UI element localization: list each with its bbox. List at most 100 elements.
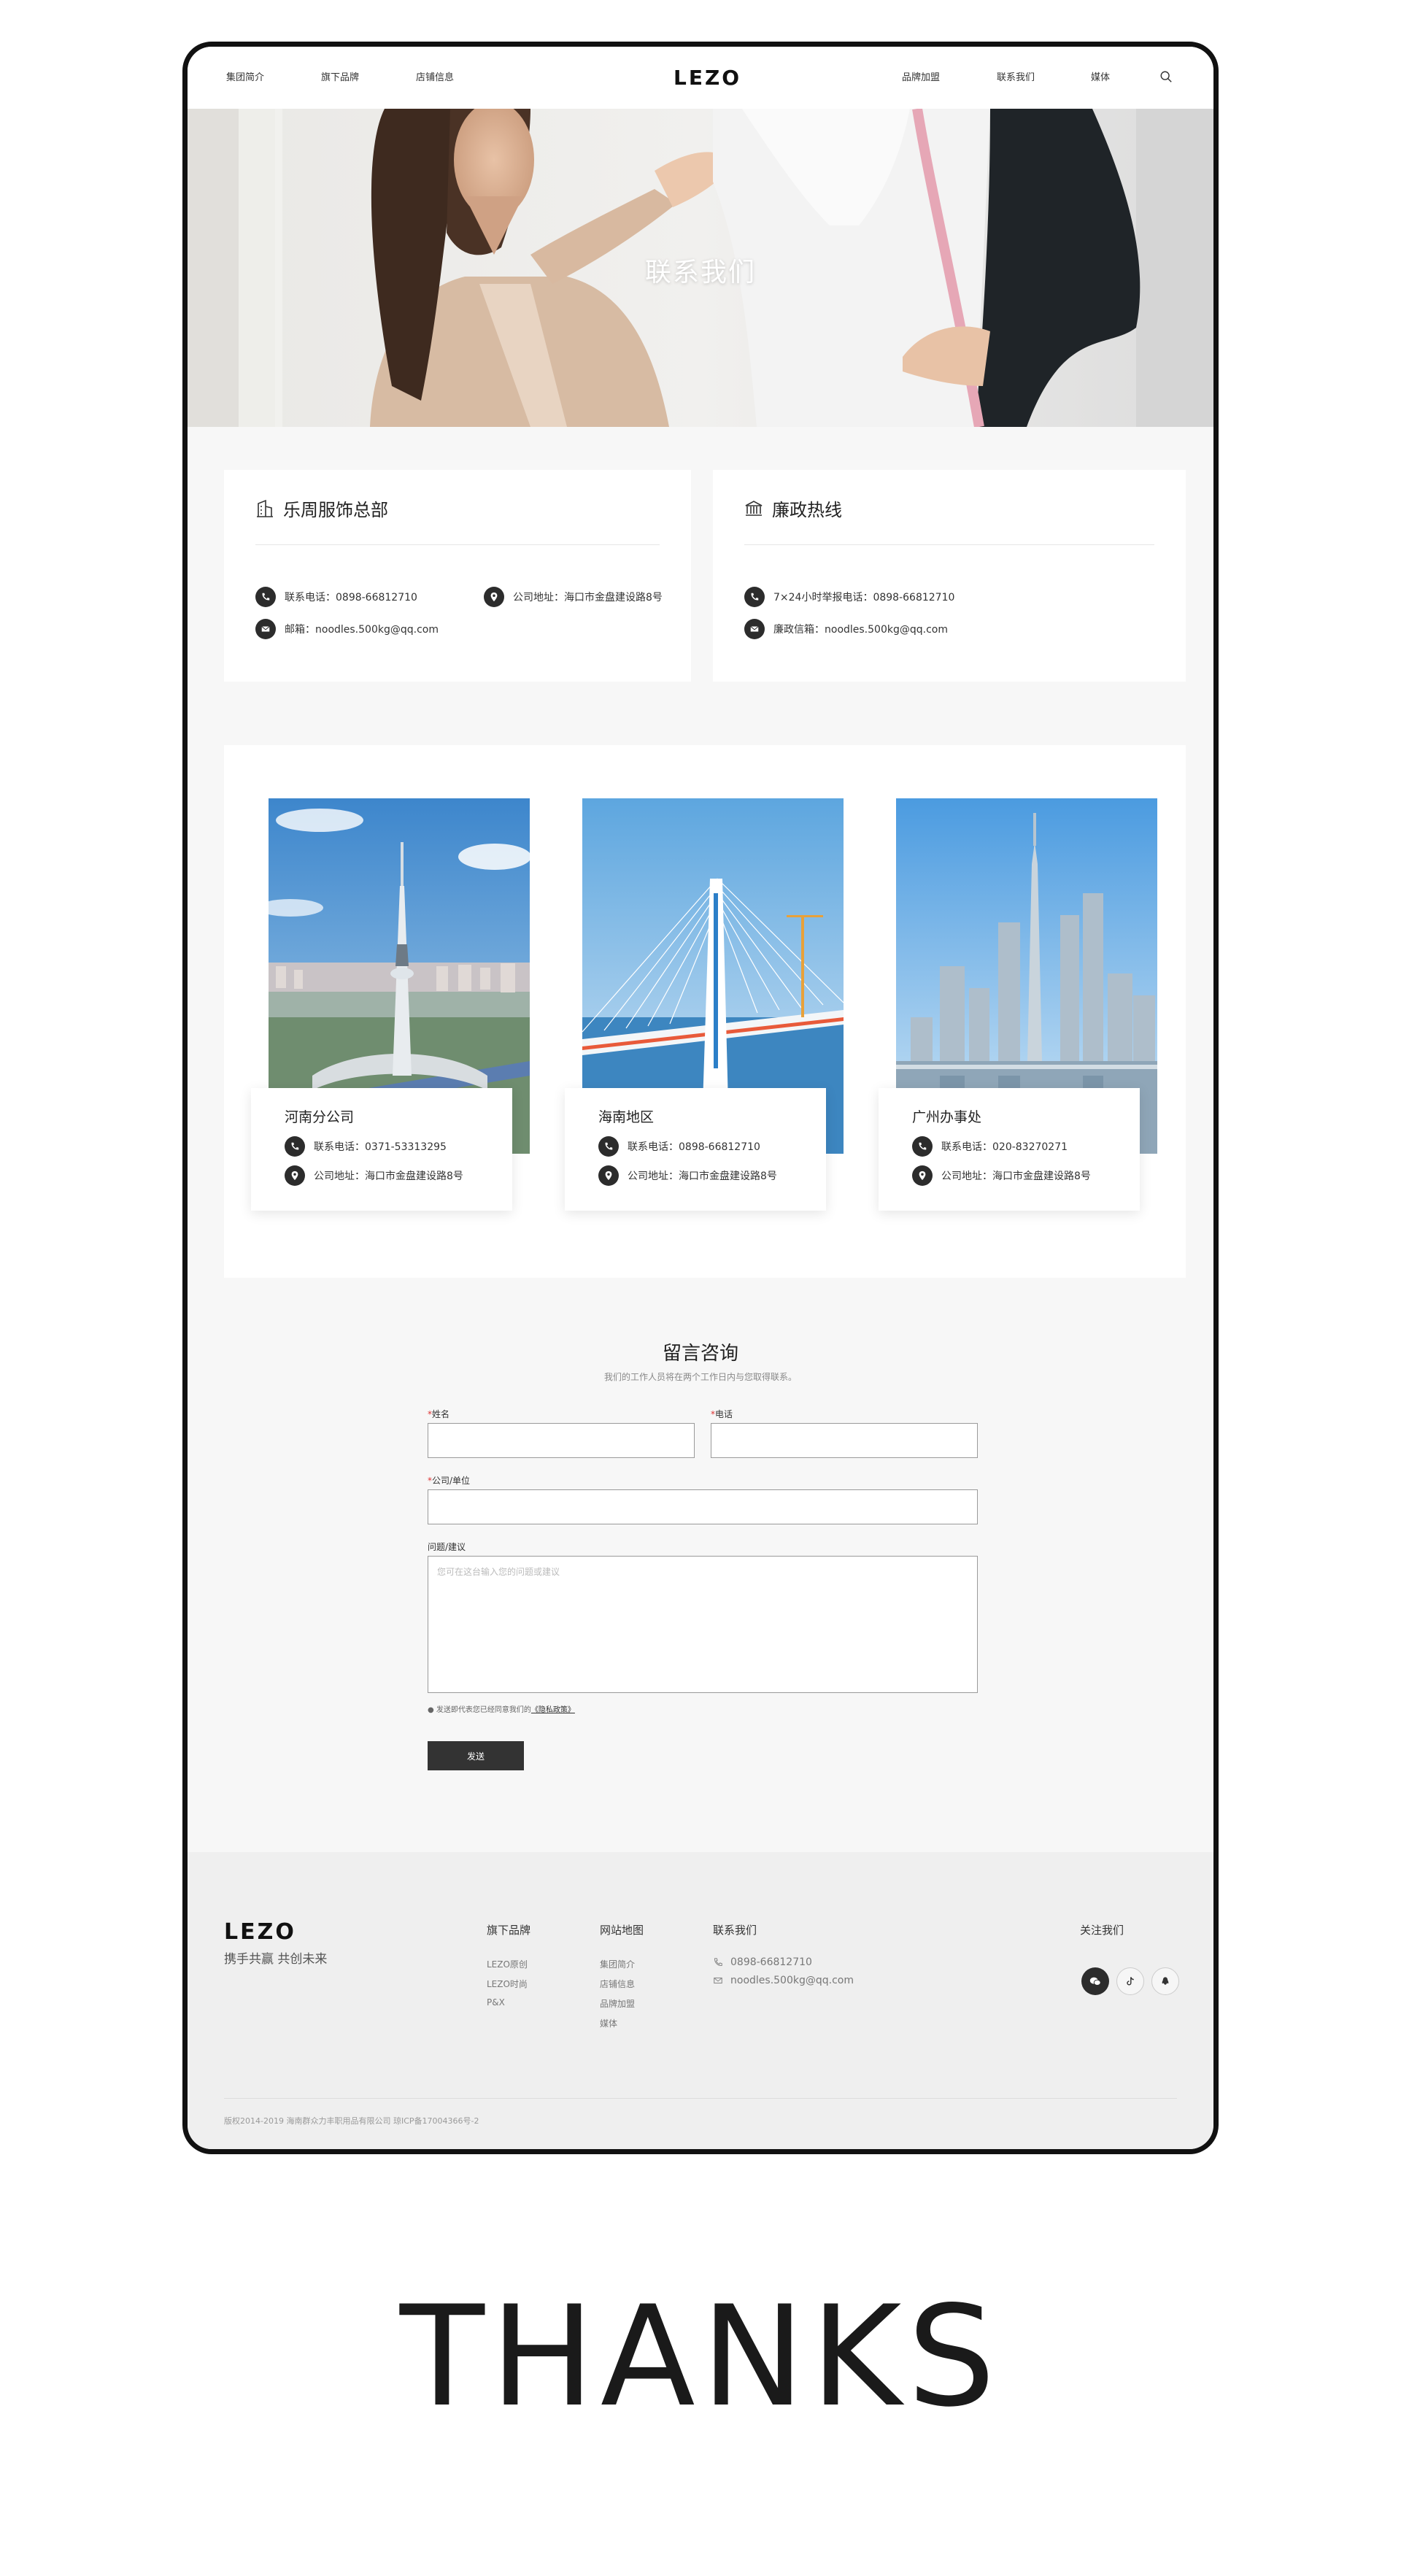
question-textarea[interactable] (428, 1556, 978, 1693)
footer-sitemap-link[interactable]: 品牌加盟 (600, 1997, 635, 2010)
government-building-icon (745, 500, 763, 516)
footer-email: noodles.500kg@qq.com (713, 1975, 854, 1986)
hotline-title: 廉政热线 (772, 500, 842, 520)
office-card-henan: 河南分公司 联系电话：0371-53313295 公司地址：海口市金盘建设路8号 (251, 1088, 512, 1211)
hotline-heading: 廉政热线 (744, 495, 842, 521)
office-phone-text: 联系电话：0898-66812710 (628, 1141, 760, 1153)
headquarters-phone: 联系电话：0898-66812710 (255, 587, 417, 607)
headquarters-title: 乐周服饰总部 (283, 500, 388, 520)
footer-sitemap-link[interactable]: 媒体 (600, 2017, 617, 2029)
location-icon (912, 1165, 933, 1186)
location-icon (598, 1165, 619, 1186)
office-name: 海南地区 (598, 1109, 655, 1125)
send-button[interactable]: 发送 (428, 1741, 524, 1770)
footer-phone-text: 0898-66812710 (730, 1956, 812, 1968)
question-label: 问题/建议 (428, 1542, 466, 1552)
office-phone: 联系电话：020-83270271 (912, 1136, 1068, 1157)
hotline-card: 廉政热线 7×24小时举报电话：0898-66812710 廉政信箱：noodl… (713, 470, 1186, 682)
office-address: 公司地址：海口市金盘建设路8号 (285, 1165, 463, 1186)
phone-icon (255, 587, 276, 607)
phone-input[interactable] (711, 1423, 978, 1458)
phone-icon (744, 587, 765, 607)
search-icon[interactable] (1159, 70, 1173, 83)
nav-item-contact[interactable]: 联系我们 (993, 47, 1038, 112)
footer-follow-heading: 关注我们 (1080, 1924, 1124, 1937)
nav-item-franchise[interactable]: 品牌加盟 (902, 47, 940, 109)
wechat-icon[interactable] (1081, 1967, 1109, 1995)
footer-slogan: 携手共赢 共创未来 (224, 1952, 328, 1967)
office-address-text: 公司地址：海口市金盘建设路8号 (941, 1171, 1091, 1182)
office-card-guangzhou: 广州办事处 联系电话：020-83270271 公司地址：海口市金盘建设路8号 (879, 1088, 1140, 1211)
headquarters-address: 公司地址：海口市金盘建设路8号 (484, 587, 663, 607)
thanks-caption: THANKS (399, 2276, 1002, 2437)
office-address: 公司地址：海口市金盘建设路8号 (598, 1165, 777, 1186)
phone-label: *电话 (711, 1409, 733, 1419)
headquarters-card: 乐周服饰总部 联系电话：0898-66812710 公司地址：海口市金盘建设路8… (224, 470, 691, 682)
company-label: *公司/单位 (428, 1476, 471, 1486)
footer-brand-link[interactable]: LEZO时尚 (487, 1978, 528, 1990)
office-name: 广州办事处 (912, 1109, 982, 1125)
phone-icon (598, 1136, 619, 1157)
top-nav: 集团简介 旗下品牌 店铺信息 LEZO 品牌加盟 联系我们 媒体 (188, 47, 1213, 112)
office-phone-text: 联系电话：0371-53313295 (314, 1141, 447, 1153)
phone-icon (714, 1958, 722, 1966)
privacy-notice: ● 发送即代表您已经同意我们的《隐私政策》 (428, 1706, 575, 1714)
footer-logo[interactable]: LEZO (224, 1919, 296, 1945)
location-icon (484, 587, 504, 607)
footer-copyright: 版权2014-2019 海南群众力丰职用品有限公司 琼ICP备17004366号… (224, 2116, 479, 2126)
hotline-phone: 7×24小时举报电话：0898-66812710 (744, 587, 954, 607)
device-frame: 集团简介 旗下品牌 店铺信息 LEZO 品牌加盟 联系我们 媒体 联系我们 乐周… (182, 42, 1219, 2154)
office-address: 公司地址：海口市金盘建设路8号 (912, 1165, 1091, 1186)
form-subtitle: 我们的工作人员将在两个工作日内与您取得联系。 (603, 1372, 797, 1382)
office-phone: 联系电话：0898-66812710 (598, 1136, 760, 1157)
footer-brands-heading: 旗下品牌 (487, 1924, 531, 1937)
offices-section: 河南分公司 联系电话：0371-53313295 公司地址：海口市金盘建设路8号 (224, 745, 1186, 1278)
office-name: 河南分公司 (285, 1109, 355, 1125)
footer: LEZO 携手共赢 共创未来 旗下品牌 LEZO原创 LEZO时尚 P&X 网站… (188, 1852, 1213, 2149)
headquarters-phone-text: 联系电话：0898-66812710 (285, 592, 417, 603)
divider (744, 544, 1154, 545)
nav-item-media[interactable]: 媒体 (1091, 47, 1110, 109)
office-card-hainan: 海南地区 联系电话：0898-66812710 公司地址：海口市金盘建设路8号 (565, 1088, 826, 1211)
hotline-email-text: 廉政信箱：noodles.500kg@qq.com (773, 624, 948, 636)
name-label: *姓名 (428, 1409, 450, 1419)
privacy-policy-link[interactable]: 《隐私政策》 (531, 1706, 575, 1714)
office-address-text: 公司地址：海口市金盘建设路8号 (628, 1171, 777, 1182)
hotline-phone-text: 7×24小时举报电话：0898-66812710 (773, 592, 955, 603)
footer-sitemap-link[interactable]: 集团简介 (600, 1958, 635, 1970)
office-phone-text: 联系电话：020-83270271 (941, 1141, 1068, 1153)
building-icon (257, 499, 273, 517)
phone-icon (285, 1136, 305, 1157)
footer-divider (224, 2098, 1177, 2099)
hero-banner: 联系我们 (188, 109, 1213, 427)
form-title: 留言咨询 (662, 1343, 738, 1365)
footer-sitemap-link[interactable]: 店铺信息 (600, 1978, 635, 1990)
footer-brand-link[interactable]: LEZO原创 (487, 1958, 528, 1970)
footer-phone: 0898-66812710 (713, 1956, 812, 1968)
hotline-email: 廉政信箱：noodles.500kg@qq.com (744, 619, 948, 639)
office-phone: 联系电话：0371-53313295 (285, 1136, 447, 1157)
site-logo[interactable]: LEZO (674, 66, 741, 90)
phone-icon (912, 1136, 933, 1157)
company-input[interactable] (428, 1489, 978, 1524)
nav-item-stores[interactable]: 店铺信息 (416, 47, 454, 109)
headquarters-heading: 乐周服饰总部 (255, 495, 388, 521)
headquarters-address-text: 公司地址：海口市金盘建设路8号 (513, 592, 663, 603)
location-icon (285, 1165, 305, 1186)
hero-title: 联系我们 (644, 258, 756, 288)
qq-icon[interactable] (1151, 1967, 1179, 1995)
office-address-text: 公司地址：海口市金盘建设路8号 (314, 1171, 463, 1182)
divider (255, 544, 660, 545)
mail-icon (714, 1977, 722, 1984)
mail-icon (744, 619, 765, 639)
tiktok-icon[interactable] (1116, 1967, 1144, 1995)
name-input[interactable] (428, 1423, 695, 1458)
mail-icon (255, 619, 276, 639)
headquarters-email: 邮箱：noodles.500kg@qq.com (255, 619, 439, 639)
footer-contact-heading: 联系我们 (713, 1924, 757, 1937)
footer-email-text: noodles.500kg@qq.com (730, 1975, 854, 1986)
footer-sitemap-heading: 网站地图 (600, 1924, 644, 1937)
footer-brand-link[interactable]: P&X (487, 1997, 505, 2008)
nav-item-group-intro[interactable]: 集团简介 (226, 47, 264, 109)
nav-item-brands[interactable]: 旗下品牌 (321, 47, 359, 109)
